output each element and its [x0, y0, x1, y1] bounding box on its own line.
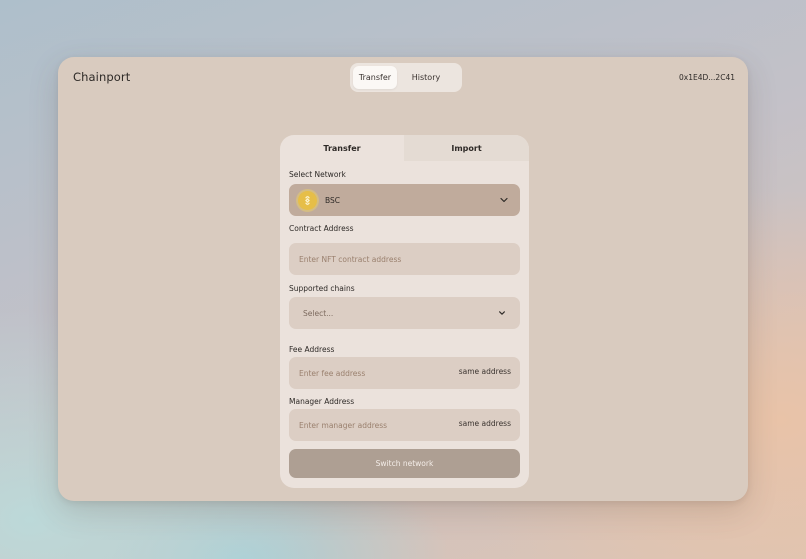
switch-network-button[interactable]: Switch network — [289, 449, 520, 478]
manager-address-field[interactable]: Enter manager address same address — [289, 409, 520, 441]
top-nav-tabs: Transfer History — [350, 63, 462, 92]
supported-chains-label: Supported chains — [289, 284, 355, 293]
fee-address-placeholder: Enter fee address — [299, 368, 366, 378]
manager-address-label: Manager Address — [289, 397, 355, 406]
contract-address-label: Contract Address — [289, 224, 354, 233]
brand-logo: Chainport — [73, 70, 131, 84]
contract-address-field[interactable]: Enter NFT contract address — [289, 243, 520, 275]
fee-address-field[interactable]: Enter fee address same address — [289, 357, 520, 389]
wallet-address[interactable]: 0x1E4D...2C41 — [679, 73, 735, 82]
fee-address-label: Fee Address — [289, 345, 335, 354]
nav-tab-history[interactable]: History — [397, 66, 455, 89]
chevron-down-icon — [500, 197, 508, 203]
manager-address-placeholder: Enter manager address — [299, 420, 388, 430]
network-select[interactable]: BSC — [289, 184, 520, 216]
fee-same-address-button[interactable]: same address — [459, 367, 511, 376]
supported-chains-placeholder: Select... — [303, 308, 334, 318]
app-window: Chainport Transfer History 0x1E4D...2C41… — [58, 57, 748, 501]
supported-chains-select[interactable]: Select... — [289, 297, 520, 329]
network-value: BSC — [325, 195, 341, 205]
card-tab-transfer[interactable]: Transfer — [280, 135, 404, 161]
chevron-down-icon — [499, 311, 505, 315]
card-tab-import[interactable]: Import — [404, 135, 529, 161]
bnb-coin-icon — [298, 190, 317, 210]
card-tabs: Transfer Import — [280, 135, 529, 161]
select-network-label: Select Network — [289, 170, 346, 179]
manager-same-address-button[interactable]: same address — [459, 419, 511, 428]
nav-tab-transfer[interactable]: Transfer — [353, 66, 397, 89]
transfer-card: Transfer Import Select Network BSC Contr… — [280, 135, 529, 488]
contract-address-placeholder: Enter NFT contract address — [299, 254, 402, 264]
